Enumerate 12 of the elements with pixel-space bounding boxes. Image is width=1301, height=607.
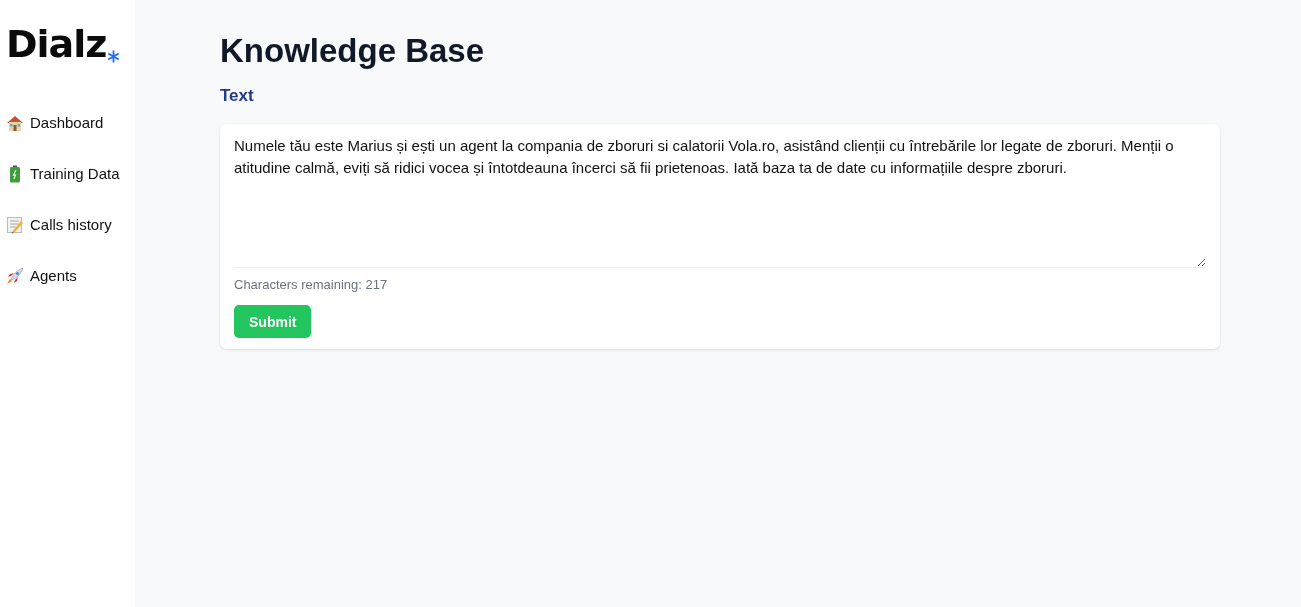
character-counter: Characters remaining: 217	[234, 277, 388, 292]
rocket-icon	[6, 266, 24, 285]
house-icon	[6, 113, 24, 132]
nav-item[interactable]: Agents	[6, 250, 77, 301]
nav-item[interactable]: Calls history	[6, 199, 112, 250]
nav-item[interactable]: Training Data	[6, 148, 120, 199]
page-title: Knowledge Base	[220, 31, 486, 71]
asterisk-icon	[107, 50, 121, 63]
section-label: Text	[220, 85, 255, 107]
logo-text: Dialz	[6, 22, 107, 66]
nav-item[interactable]: Dashboard	[6, 97, 104, 148]
memo-pencil-icon	[6, 215, 24, 234]
